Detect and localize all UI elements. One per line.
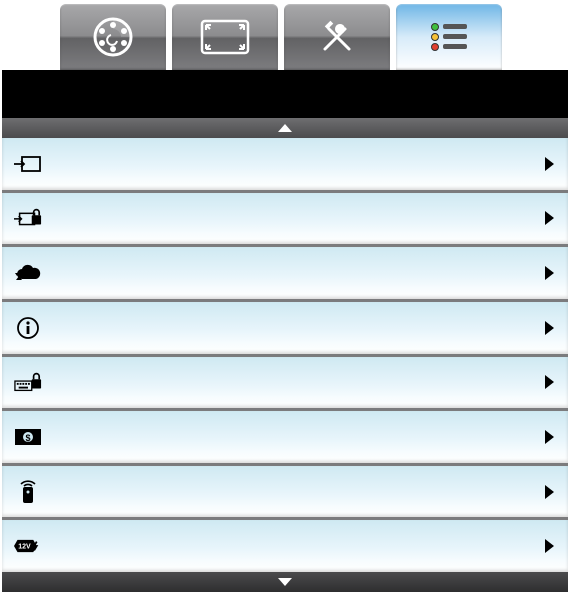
remote-item[interactable] bbox=[2, 466, 568, 518]
tools-tab[interactable] bbox=[284, 4, 390, 70]
header-bar bbox=[2, 70, 568, 118]
display-tab[interactable] bbox=[172, 4, 278, 70]
information-item[interactable] bbox=[2, 302, 568, 354]
tools-icon bbox=[315, 15, 359, 59]
chevron-down-icon bbox=[278, 578, 292, 586]
chevron-up-icon bbox=[278, 124, 292, 132]
list-icon bbox=[427, 20, 471, 54]
input-lock-item[interactable] bbox=[2, 193, 568, 245]
svg-text:12V: 12V bbox=[18, 544, 31, 551]
chevron-right-icon bbox=[545, 539, 554, 553]
chevron-right-icon bbox=[545, 485, 554, 499]
dollar-item[interactable]: $ bbox=[2, 411, 568, 463]
power-12v-icon: 12V bbox=[14, 535, 42, 557]
svg-text:$: $ bbox=[25, 433, 30, 443]
power-12v-item[interactable]: 12V bbox=[2, 520, 568, 572]
tab-bar bbox=[60, 4, 502, 70]
color-tab[interactable] bbox=[60, 4, 166, 70]
cloud-icon bbox=[14, 262, 42, 284]
remote-icon bbox=[14, 481, 42, 503]
chevron-right-icon bbox=[545, 266, 554, 280]
keyboard-lock-icon bbox=[14, 371, 42, 393]
menu-area: $ bbox=[2, 118, 568, 592]
chevron-right-icon bbox=[545, 430, 554, 444]
chevron-right-icon bbox=[545, 321, 554, 335]
expand-icon bbox=[200, 19, 250, 55]
menu-list: $ bbox=[2, 138, 568, 572]
settings-tab[interactable] bbox=[396, 4, 502, 70]
scroll-down-button[interactable] bbox=[2, 572, 568, 592]
chevron-right-icon bbox=[545, 375, 554, 389]
cloud-item[interactable] bbox=[2, 247, 568, 299]
input-item[interactable] bbox=[2, 138, 568, 190]
chevron-right-icon bbox=[545, 211, 554, 225]
info-icon bbox=[14, 317, 42, 339]
palette-icon bbox=[91, 15, 135, 59]
input-lock-icon bbox=[14, 207, 42, 229]
dollar-icon: $ bbox=[14, 426, 42, 448]
security-lock-item[interactable] bbox=[2, 357, 568, 409]
scroll-up-button[interactable] bbox=[2, 118, 568, 138]
input-icon bbox=[14, 153, 42, 175]
chevron-right-icon bbox=[545, 157, 554, 171]
